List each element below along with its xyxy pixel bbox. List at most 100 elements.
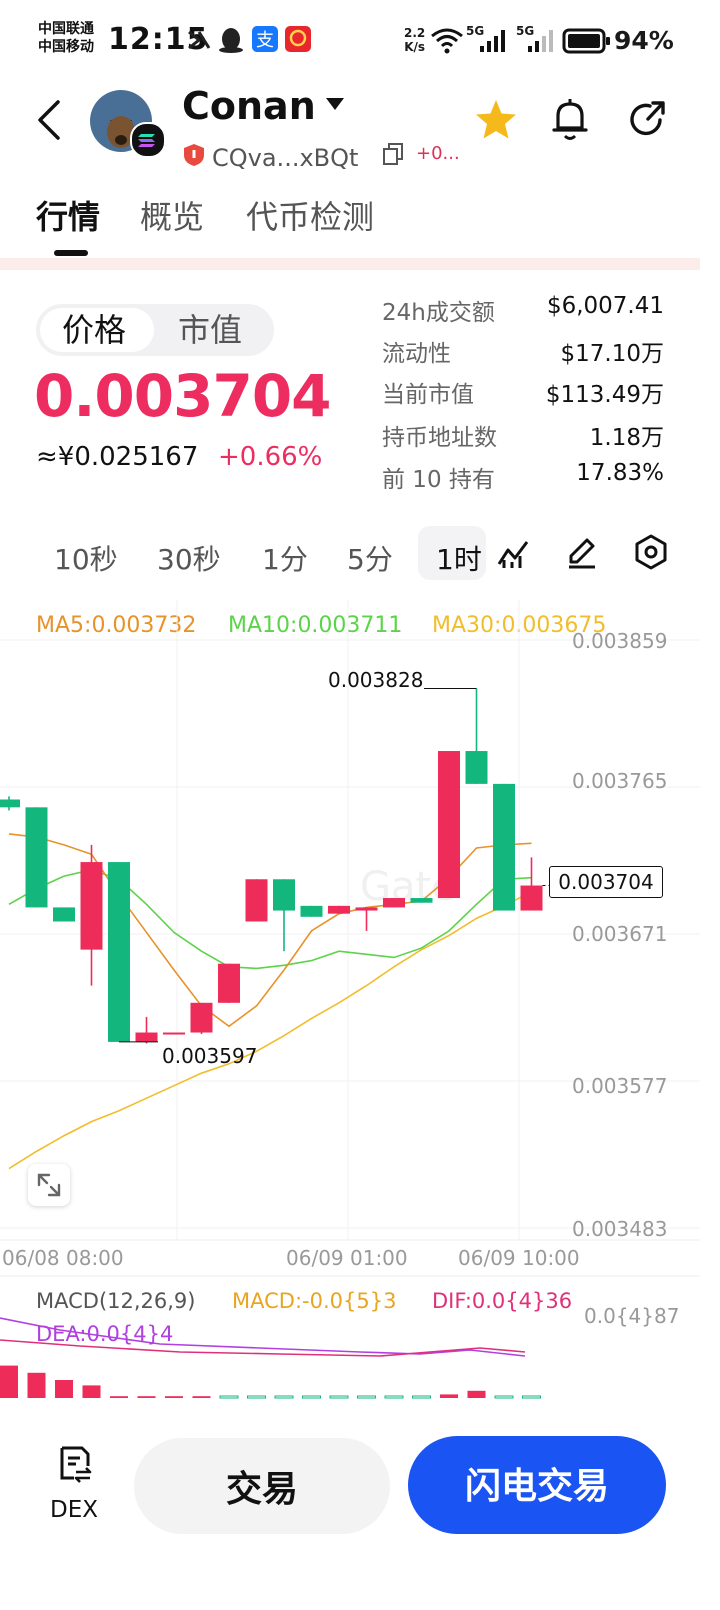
dex-label[interactable]: DEX [50, 1497, 98, 1523]
candle-up [80, 862, 103, 950]
copy-icon[interactable] [382, 142, 404, 166]
macd-bar [329, 1395, 349, 1399]
candle-up [520, 885, 543, 911]
interval-30s[interactable]: 30秒 [157, 538, 221, 578]
dif-value: DIF:0.0{4}36 [432, 1289, 573, 1313]
price-change-tag: +0... [416, 143, 460, 164]
current-price: 0.003704 [34, 362, 332, 430]
macd-legend: MACD(12,26,9) [36, 1289, 196, 1313]
macd-bar [302, 1395, 321, 1399]
macd-bar [247, 1395, 266, 1399]
token-name[interactable]: Conan [182, 84, 316, 128]
macd-bar [82, 1385, 101, 1398]
stat-label-liquidity: 流动性 [382, 341, 451, 367]
stat-label-top10: 前 10 持有 [382, 467, 495, 493]
tab-overview[interactable]: 概览 [140, 192, 204, 238]
toggle-mcap[interactable]: 市值 [178, 308, 242, 352]
stat-label-holders: 持币地址数 [382, 425, 497, 451]
y-tick: 0.003483 [572, 1217, 668, 1241]
macd-bar [274, 1395, 294, 1399]
tab-indicator [54, 250, 88, 256]
macd-y-tick: 0.0{4}87 [584, 1304, 680, 1328]
candle-up [245, 879, 268, 922]
flash-trade-button[interactable]: 闪电交易 [408, 1436, 666, 1534]
macd-bar [522, 1395, 541, 1399]
macd-bar [137, 1396, 156, 1398]
stat-value-mcap: $113.49万 [545, 382, 664, 408]
tab-token-check[interactable]: 代币检测 [246, 192, 374, 238]
macd-bar [192, 1396, 211, 1398]
y-tick: 0.003671 [572, 922, 668, 946]
interval-10s[interactable]: 10秒 [54, 538, 118, 578]
settings-icon[interactable] [634, 534, 668, 572]
stat-label-mcap: 当前市值 [382, 382, 474, 408]
token-address: CQva...xBQt [212, 144, 359, 172]
bell-icon[interactable] [550, 96, 590, 144]
shield-icon [184, 144, 204, 166]
macd-bar [0, 1365, 18, 1398]
candle-up [135, 1032, 158, 1042]
stat-value-top10: 17.83% [576, 460, 664, 486]
macd-bar [494, 1395, 514, 1399]
svg-text:支: 支 [256, 30, 274, 51]
x-tick: 06/09 10:00 [458, 1246, 580, 1270]
stat-value-holders: 1.18万 [589, 425, 664, 451]
signal-icon-2 [528, 30, 553, 52]
alipay-icon: 支 [252, 26, 278, 52]
interval-5m[interactable]: 5分 [347, 538, 393, 578]
tab-market[interactable]: 行情 [36, 192, 100, 238]
low-price-label: 0.003597 [162, 1044, 258, 1068]
macd-bar [110, 1396, 128, 1398]
solana-icon [130, 122, 166, 158]
candle-down [410, 898, 433, 903]
interval-1h[interactable]: 1时 [436, 538, 482, 578]
stat-value-liquidity: $17.10万 [560, 341, 664, 367]
draw-icon[interactable] [566, 536, 598, 570]
signal-icon-1 [480, 30, 505, 52]
y-tick: 0.003765 [572, 769, 668, 793]
app-icon [285, 26, 311, 52]
candle-up [438, 751, 460, 899]
candle-down [300, 905, 323, 917]
mute-icon [188, 30, 211, 50]
candle-down [0, 799, 20, 808]
carrier-2: 中国移动 [38, 39, 94, 55]
macd-bar [55, 1380, 73, 1398]
wifi-icon [431, 28, 463, 54]
candle-up [328, 905, 350, 914]
macd-bar [467, 1390, 486, 1398]
chevron-down-icon[interactable] [324, 96, 346, 112]
candle-down [273, 879, 295, 911]
macd-bar [27, 1372, 46, 1398]
candle-down [108, 862, 130, 1042]
candle-up [218, 963, 240, 1003]
share-icon[interactable] [626, 98, 668, 142]
current-price-label: 0.003704 [549, 866, 663, 898]
stat-label-volume: 24h成交额 [382, 300, 495, 326]
star-icon[interactable] [474, 98, 518, 142]
macd-bar [412, 1395, 431, 1399]
macd-bar [440, 1394, 458, 1398]
kline-chart[interactable]: Gate [0, 600, 700, 1400]
trade-button[interactable]: 交易 [134, 1438, 390, 1534]
candle-down [25, 807, 48, 908]
candle-up [355, 907, 378, 911]
macd-bar [219, 1395, 239, 1399]
section-divider [0, 258, 700, 270]
interval-1m[interactable]: 1分 [262, 538, 308, 578]
fullscreen-button[interactable] [28, 1164, 70, 1206]
back-icon[interactable] [34, 98, 64, 142]
dex-icon[interactable] [58, 1444, 94, 1484]
dea-value: DEA:0.0{4}4 [36, 1322, 174, 1346]
carrier-info: 中国联通 中国移动 [38, 20, 94, 56]
y-tick: 0.003577 [572, 1074, 668, 1098]
qq-icon [219, 28, 243, 53]
y-tick: 0.003859 [572, 629, 668, 653]
macd-bar [357, 1395, 376, 1399]
toggle-price[interactable]: 价格 [62, 308, 126, 352]
price-change: +0.66% [218, 442, 323, 472]
candle-down [465, 751, 488, 784]
net-speed: 2.2 K/s [404, 26, 426, 54]
indicator-icon[interactable] [496, 538, 530, 570]
stat-value-volume: $6,007.41 [546, 293, 664, 319]
